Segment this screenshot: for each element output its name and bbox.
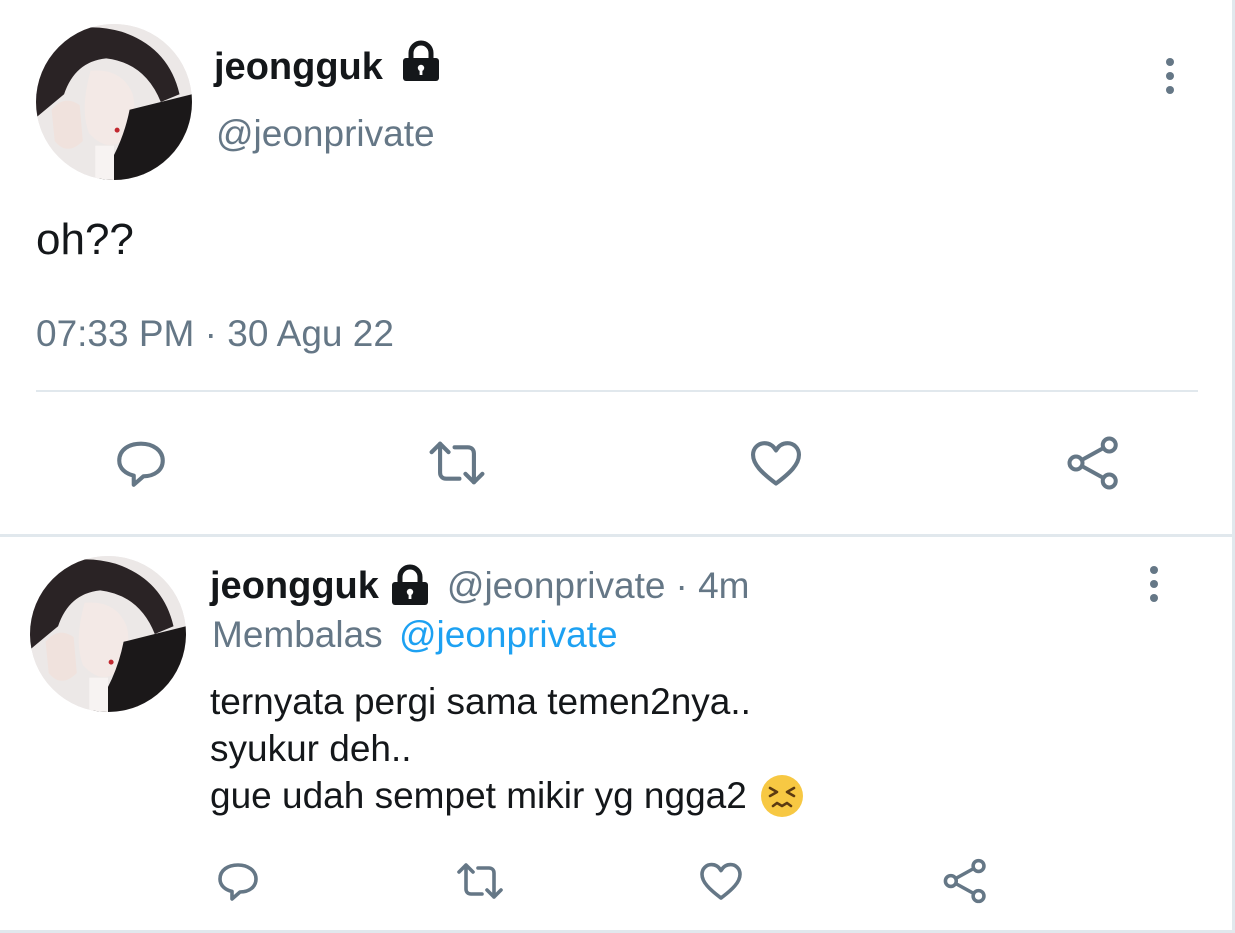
retweet-icon[interactable] — [424, 432, 490, 494]
tweet-text: oh?? — [36, 215, 134, 264]
share-icon[interactable] — [940, 856, 990, 906]
reply-icon[interactable] — [213, 856, 263, 906]
reply-line: syukur deh.. — [210, 728, 412, 769]
persevering-face-emoji — [759, 773, 805, 819]
avatar-image — [36, 24, 192, 180]
display-name[interactable]: jeongguk — [214, 44, 383, 90]
share-icon[interactable] — [1062, 432, 1124, 494]
avatar-image — [30, 556, 186, 712]
reply-header: jeongguk @jeonprivate · 4m — [210, 562, 749, 610]
heart-icon[interactable] — [696, 856, 746, 906]
reply-icon[interactable] — [110, 432, 172, 494]
more-vertical-icon[interactable] — [1160, 56, 1180, 96]
reply-time[interactable]: · 4m — [675, 565, 749, 607]
more-vertical-icon[interactable] — [1144, 564, 1164, 604]
reply-avatar[interactable] — [30, 556, 186, 712]
retweet-icon[interactable] — [452, 856, 508, 906]
timestamp: 07:33 PM · 30 Agu 22 — [36, 313, 394, 354]
reply-line: gue udah sempet mikir yg ngga2 — [210, 775, 747, 816]
divider — [36, 390, 1198, 392]
replying-to: Membalas @jeonprivate — [212, 612, 618, 658]
replying-prefix: Membalas — [212, 614, 383, 655]
reply-handle[interactable]: @jeonprivate — [447, 565, 666, 607]
reply-line: ternyata pergi sama temen2nya.. — [210, 681, 751, 722]
heart-icon[interactable] — [745, 432, 807, 494]
reply-text: ternyata pergi sama temen2nya.. syukur d… — [210, 678, 805, 819]
handle[interactable]: @jeonprivate — [216, 112, 435, 156]
reply-display-name[interactable]: jeongguk — [210, 563, 379, 609]
replying-to-link[interactable]: @jeonprivate — [399, 614, 618, 655]
avatar[interactable] — [36, 24, 192, 180]
lock-icon — [400, 40, 442, 84]
section-divider — [0, 534, 1235, 537]
lock-icon — [389, 564, 431, 608]
